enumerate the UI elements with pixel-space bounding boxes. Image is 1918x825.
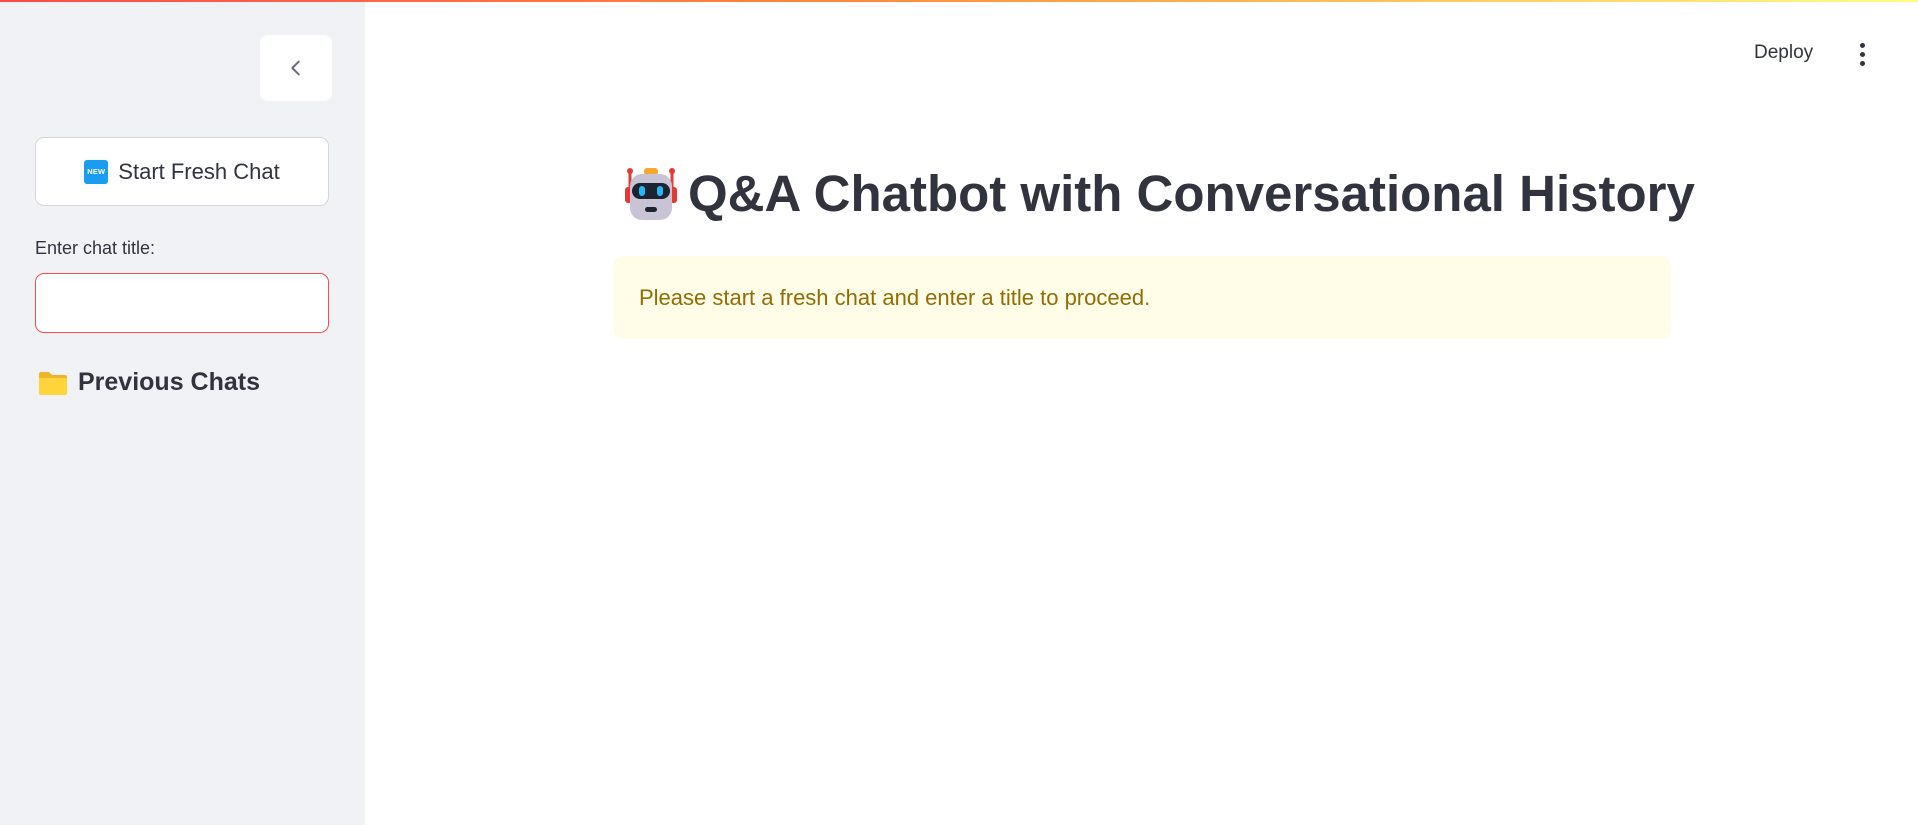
chat-title-label: Enter chat title: [35,238,156,258]
previous-chats-label: Previous Chats [78,368,261,396]
folder-icon [39,371,67,395]
page-title: Q&A Chatbot with Conversational History [688,165,1695,222]
top-decoration-bar [0,0,1918,2]
previous-chats-heading: Previous Chats [38,368,260,397]
warning-alert: Please start a fresh chat and enter a ti… [614,256,1671,339]
deploy-button[interactable]: Deploy [1748,38,1819,68]
start-fresh-chat-button[interactable]: NEW Start Fresh Chat [35,137,329,206]
sidebar: NEW Start Fresh Chat Enter chat title: P… [0,0,365,825]
more-vertical-icon-dot [1859,51,1865,57]
robot-icon [625,167,677,220]
main-menu-button[interactable] [1850,40,1874,68]
warning-alert-text: Please start a fresh chat and enter a ti… [639,284,1151,310]
collapse-sidebar-button[interactable] [260,35,332,101]
start-fresh-chat-label: Start Fresh Chat [118,158,280,184]
chat-title-input[interactable] [35,273,329,333]
chevron-left-icon [291,60,300,76]
more-vertical-icon-dot [1859,60,1865,66]
new-badge-icon: NEW [84,159,109,184]
page-header: Q&A Chatbot with Conversational History [622,164,1695,223]
more-vertical-icon [1859,42,1865,48]
